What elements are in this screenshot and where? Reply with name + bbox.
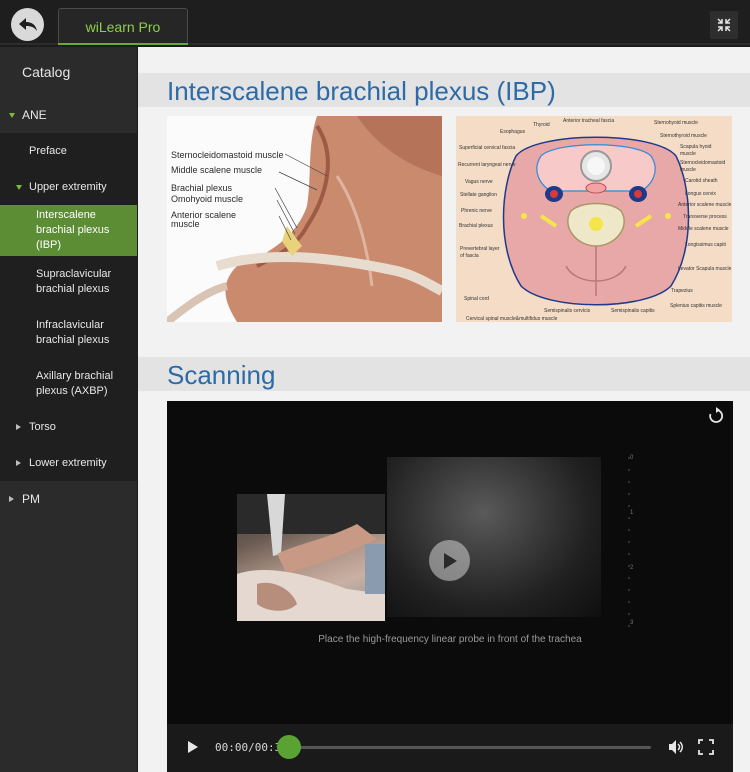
- anatomy-figure-cross-section: Thyroid Anterior tracheal fascia Sternoh…: [456, 116, 732, 322]
- label-scapula-hyoid: Scapula hyoid: [680, 144, 712, 150]
- video-player[interactable]: 0 1 2 3 Place the high-frequency linear …: [167, 401, 733, 772]
- depth-tick-3: 3: [630, 620, 634, 626]
- volume-button[interactable]: [667, 738, 685, 761]
- label-esophagus: Esophagus: [500, 129, 526, 135]
- video-caption: Place the high-frequency linear probe in…: [318, 634, 582, 645]
- label-phrenic-nerve: Phrenic nerve: [461, 208, 492, 214]
- depth-tick-0: 0: [630, 455, 634, 461]
- label-semispinalis-cervicis: Semispinalis cervicis: [544, 308, 591, 314]
- progress-track[interactable]: [289, 746, 651, 749]
- label-sternocleidomastoid-r2: muscle: [680, 167, 696, 173]
- fullscreen-button[interactable]: [697, 738, 715, 761]
- label-superficial-cervical-fascia: Superficial cervical fascia: [459, 145, 516, 151]
- sidebar-title: Catalog: [22, 64, 71, 80]
- label-sternohyoid: Sternohyoid muscle: [654, 120, 698, 126]
- fullscreen-icon: [698, 739, 714, 755]
- label-omohyoid: Omohyoid muscle: [171, 194, 244, 204]
- sidebar-item-preface[interactable]: Preface: [0, 133, 137, 169]
- sidebar: Catalog ANE Preface Upper extremity Inte…: [0, 47, 137, 772]
- play-overlay-button[interactable]: [429, 540, 470, 581]
- depth-scale: [628, 457, 630, 633]
- caret-down-icon: [16, 184, 22, 190]
- caret-right-icon: [9, 496, 14, 502]
- sidebar-item-label: Preface: [29, 145, 67, 157]
- caret-right-icon: [16, 460, 21, 466]
- sidebar-item-label: Interscalene brachial plexus (IBP): [36, 209, 110, 251]
- probe-placement-photo: [237, 494, 385, 621]
- sidebar-item-label: Lower extremity: [29, 457, 107, 469]
- label-prevertebral-layer: Prevertebral layer: [460, 246, 500, 252]
- label-recurrent-laryngeal: Recurrent laryngeal nerve: [458, 162, 516, 168]
- label-levator-scapula: Levator Scapula muscle: [678, 266, 732, 272]
- sidebar-item-label: Axillary brachial plexus (AXBP): [36, 369, 114, 397]
- collapse-button[interactable]: [710, 11, 738, 39]
- sidebar-item-label: ANE: [22, 108, 47, 122]
- play-button[interactable]: [187, 740, 199, 759]
- tab-wilearn-pro[interactable]: wiLearn Pro: [58, 8, 188, 45]
- label-cervical-spinal-muscle: Cervical spinal muscle&multifidus muscle: [466, 316, 558, 322]
- back-arrow-icon: [18, 17, 37, 31]
- label-prevertebral-layer-2: of fascia: [460, 253, 479, 259]
- sidebar-item-supraclavicular[interactable]: Supraclavicular brachial plexus: [0, 256, 137, 307]
- label-scapula-hyoid-2: muscle: [680, 151, 696, 157]
- label-carotid-sheath: Carotid sheath: [685, 178, 718, 184]
- sidebar-item-pm[interactable]: PM: [0, 481, 137, 517]
- label-anterior-scalene-r: Anterior scalene muscle: [678, 202, 732, 208]
- label-longissimus: Longissimus capiti: [685, 242, 726, 248]
- replay-icon: [709, 407, 724, 423]
- sidebar-item-label: PM: [22, 492, 40, 506]
- label-sternocleidomastoid: Sternocleidomastoid muscle: [171, 150, 284, 160]
- label-vagus-nerve: Vagus nerve: [465, 179, 493, 185]
- label-anterior-scalene-2: muscle: [171, 219, 200, 229]
- sidebar-item-ane[interactable]: ANE: [0, 97, 137, 133]
- section-title-scanning: Scanning: [167, 360, 276, 390]
- label-sternothyroid: Sternothyroid muscle: [660, 133, 707, 139]
- collapse-icon: [717, 18, 731, 32]
- sidebar-item-label: Supraclavicular brachial plexus: [36, 267, 112, 295]
- volume-icon: [669, 740, 683, 754]
- anatomy-figure-neck: Sternocleidomastoid muscle Middle scalen…: [167, 116, 442, 322]
- probe-photo-illustration: [237, 494, 385, 621]
- back-button[interactable]: [11, 8, 44, 41]
- label-brachial-plexus-r: Brachial plexus: [459, 223, 493, 229]
- depth-tick-2: 2: [630, 565, 634, 571]
- label-brachial-plexus: Brachial plexus: [171, 183, 233, 193]
- top-bar: wiLearn Pro: [0, 0, 750, 45]
- sidebar-item-label: Upper extremity: [29, 181, 107, 193]
- caret-down-icon: [9, 112, 15, 118]
- label-semispinalis-capitis: Semispinalis capitis: [611, 308, 655, 314]
- label-thyroid: Thyroid: [533, 122, 550, 128]
- sidebar-item-infraclavicular[interactable]: Infraclavicular brachial plexus: [0, 307, 137, 358]
- caret-right-icon: [16, 424, 21, 430]
- label-trapezius: Trapezius: [671, 288, 693, 294]
- label-sternocleidomastoid-r: Sternocleidomastoid: [680, 160, 726, 166]
- label-middle-scalene-r: Middle scalene muscle: [678, 226, 729, 232]
- replay-button[interactable]: [707, 407, 725, 425]
- section-title-ibp: Interscalene brachial plexus (IBP): [167, 76, 556, 106]
- progress-knob[interactable]: [277, 735, 301, 759]
- label-transverse-process: Transverse process: [683, 214, 727, 220]
- sidebar-item-label: Infraclavicular brachial plexus: [36, 318, 110, 346]
- sidebar-item-torso[interactable]: Torso: [0, 409, 137, 445]
- sidebar-item-lower-extremity[interactable]: Lower extremity: [0, 445, 137, 481]
- label-longus-cervix: Longus cervix: [685, 191, 716, 197]
- play-icon: [188, 741, 198, 753]
- ultrasound-image: [387, 457, 601, 617]
- label-middle-scalene: Middle scalene muscle: [171, 165, 263, 175]
- sidebar-item-label: Torso: [29, 421, 56, 433]
- sidebar-item-axillary[interactable]: Axillary brachial plexus (AXBP): [0, 358, 137, 409]
- sidebar-item-upper-extremity[interactable]: Upper extremity: [0, 169, 137, 205]
- tab-underline: [58, 43, 188, 45]
- depth-tick-1: 1: [630, 510, 634, 516]
- label-spinal-cord: Spinal cord: [464, 296, 490, 302]
- play-icon: [443, 552, 457, 569]
- sidebar-item-ibp[interactable]: Interscalene brachial plexus (IBP): [0, 205, 137, 256]
- label-splenius-capitis: Splenius capitis muscle: [670, 303, 722, 309]
- label-anterior-tracheal-fascia: Anterior tracheal fascia: [563, 118, 615, 124]
- video-controls: 00:00/00:30: [167, 724, 733, 772]
- main-content: Interscalene brachial plexus (IBP) Stern…: [138, 47, 750, 772]
- label-stellate-ganglion: Stellate ganglion: [460, 192, 497, 198]
